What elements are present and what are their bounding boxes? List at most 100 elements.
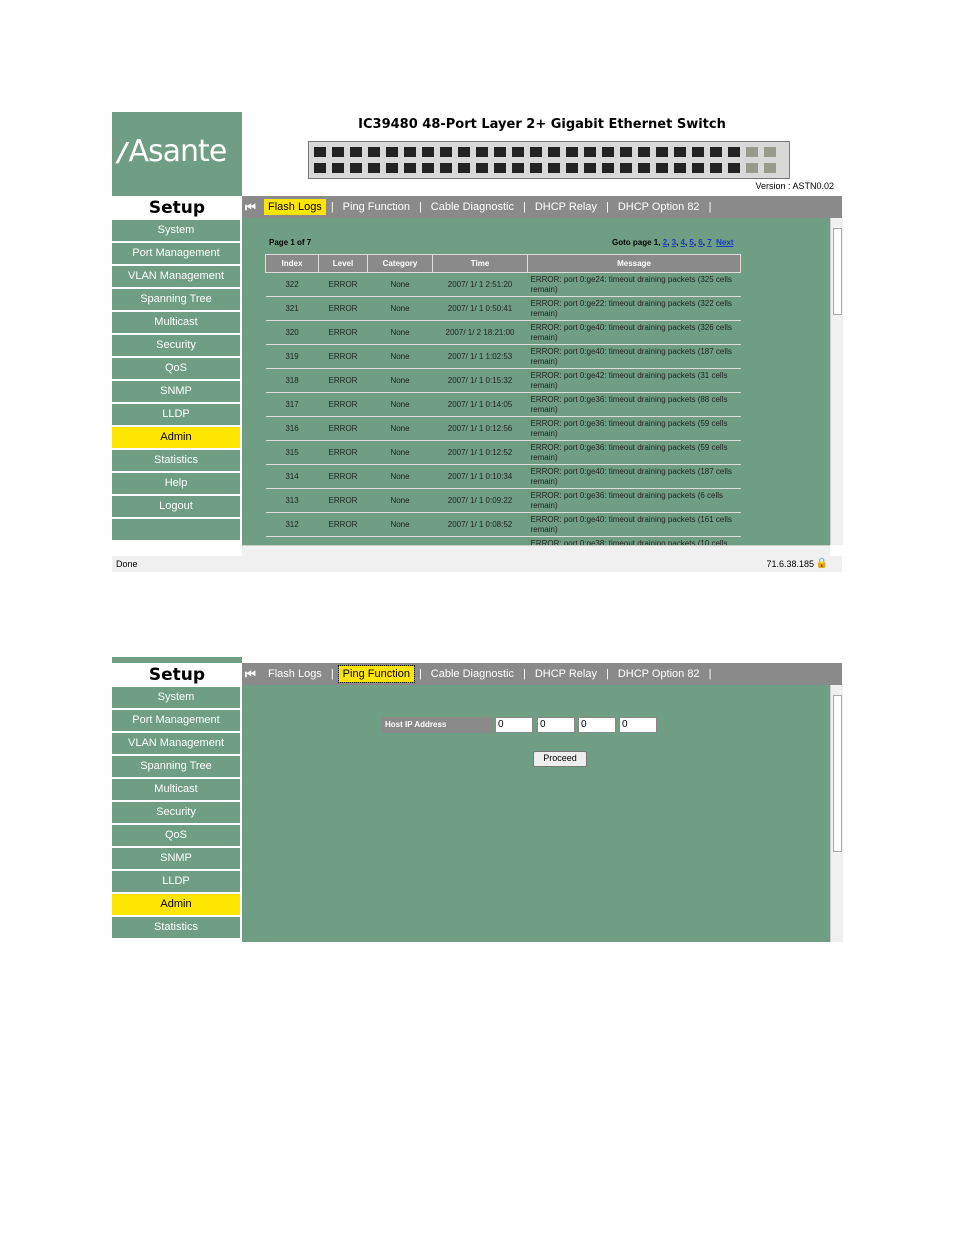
- cell-level: ERROR: [318, 512, 368, 537]
- version-label: Version : ASTN0.02: [755, 181, 834, 191]
- tab-flash-logs[interactable]: Flash Logs: [264, 199, 326, 215]
- sidebar-item-qos[interactable]: QoS: [112, 358, 240, 379]
- table-row: 313 ERROR None 2007/ 1/ 1 0:09:22 ERROR: por…: [265, 488, 741, 513]
- sidebar-item-admin[interactable]: Admin: [112, 894, 240, 915]
- vertical-scrollbar[interactable]: [830, 685, 843, 942]
- page-link-6[interactable]: 6: [698, 238, 702, 247]
- sidebar-item-admin[interactable]: Admin: [112, 427, 240, 448]
- status-ip: 71.6.38.185: [766, 559, 814, 569]
- ethernet-port-icon: [618, 145, 634, 159]
- sidebar-item-vlan-management[interactable]: VLAN Management: [112, 266, 240, 287]
- table-row: 321 ERROR None 2007/ 1/ 1 0:50:41 ERROR: por…: [265, 296, 741, 321]
- ethernet-port-icon: [726, 145, 742, 159]
- col-time: Time: [432, 254, 528, 273]
- sidebar-filler: [112, 519, 240, 540]
- ethernet-port-icon: [690, 145, 706, 159]
- tab-cable-diagnostic[interactable]: Cable Diagnostic: [427, 666, 518, 682]
- tab-cable-diagnostic[interactable]: Cable Diagnostic: [427, 199, 518, 215]
- table-row: 315 ERROR None 2007/ 1/ 1 0:12:52 ERROR: por…: [265, 440, 741, 465]
- sidebar-item-qos[interactable]: QoS: [112, 825, 240, 846]
- host-ip-label: Host IP Address: [382, 717, 494, 733]
- cell-message: ERROR: port 0:ge36: timeout draining pac…: [527, 416, 741, 441]
- cell-index: 322: [265, 272, 319, 297]
- page-link-3[interactable]: 3: [672, 238, 676, 247]
- cell-time: 2007/ 1/ 1 0:15:32: [432, 368, 528, 393]
- setup-heading: Setup: [112, 196, 242, 218]
- col-message: Message: [527, 254, 741, 273]
- cell-category: None: [367, 272, 433, 297]
- cell-category: None: [367, 296, 433, 321]
- page-info: Page 1 of 7: [269, 238, 312, 247]
- page-link-4[interactable]: 4: [681, 238, 685, 247]
- ethernet-port-icon: [564, 161, 580, 175]
- cell-message: ERROR: port 0:ge40: timeout draining pac…: [527, 512, 741, 537]
- sidebar-item-statistics[interactable]: Statistics: [112, 917, 240, 938]
- ip-octet-2-input[interactable]: 0: [537, 717, 575, 733]
- sidebar-item-security[interactable]: Security: [112, 335, 240, 356]
- sidebar-item-system[interactable]: System: [112, 687, 240, 708]
- cell-level: ERROR: [318, 344, 368, 369]
- ethernet-port-icon: [672, 161, 688, 175]
- ethernet-port-icon: [312, 161, 328, 175]
- cell-message: ERROR: port 0:ge40: timeout draining pac…: [527, 464, 741, 489]
- cell-message: ERROR: port 0:ge24: timeout draining pac…: [527, 272, 741, 297]
- sidebar-item-help[interactable]: Help: [112, 473, 240, 494]
- proceed-button[interactable]: Proceed: [533, 751, 587, 767]
- ip-octet-3-input[interactable]: 0: [578, 717, 616, 733]
- scroll-thumb[interactable]: [833, 695, 842, 852]
- page-link-1[interactable]: 1: [654, 238, 658, 247]
- page-link-2[interactable]: 2: [663, 238, 667, 247]
- cell-message: ERROR: port 0:ge36: timeout draining pac…: [527, 488, 741, 513]
- next-link[interactable]: Next: [716, 238, 733, 247]
- sidebar-item-logout[interactable]: Logout: [112, 496, 240, 517]
- tab-ping-function[interactable]: Ping Function: [337, 665, 415, 683]
- ip-octet-4-input[interactable]: 0: [619, 717, 657, 733]
- ethernet-port-icon: [600, 161, 616, 175]
- cell-message: ERROR: port 0:ge40: timeout draining pac…: [527, 344, 741, 369]
- ethernet-port-icon: [384, 161, 400, 175]
- sidebar-item-lldp[interactable]: LLDP: [112, 404, 240, 425]
- scroll-thumb[interactable]: [833, 228, 842, 315]
- sidebar-item-multicast[interactable]: Multicast: [112, 779, 240, 800]
- sidebar-item-port-management[interactable]: Port Management: [112, 243, 240, 264]
- tab-dhcp-option-82[interactable]: DHCP Option 82: [614, 199, 704, 215]
- vertical-scrollbar[interactable]: [830, 218, 843, 545]
- sidebar-item-system[interactable]: System: [112, 220, 240, 241]
- cell-level: ERROR: [318, 464, 368, 489]
- ethernet-port-icon: [762, 145, 778, 159]
- tab-ping-function[interactable]: Ping Function: [339, 199, 414, 215]
- ethernet-port-icon: [636, 145, 652, 159]
- cell-time: 2007/ 1/ 1 0:09:22: [432, 488, 528, 513]
- ethernet-port-icon: [510, 161, 526, 175]
- tab-flash-logs[interactable]: Flash Logs: [264, 666, 326, 682]
- sidebar-item-snmp[interactable]: SNMP: [112, 848, 240, 869]
- page-link-5[interactable]: 5: [689, 238, 693, 247]
- sidebar-item-spanning-tree[interactable]: Spanning Tree: [112, 756, 240, 777]
- tab-dhcp-option-82[interactable]: DHCP Option 82: [614, 666, 704, 682]
- tab-dhcp-relay[interactable]: DHCP Relay: [531, 666, 601, 682]
- sidebar-item-snmp[interactable]: SNMP: [112, 381, 240, 402]
- sidebar-item-spanning-tree[interactable]: Spanning Tree: [112, 289, 240, 310]
- sidebar-item-multicast[interactable]: Multicast: [112, 312, 240, 333]
- sidebar: System Port Management VLAN Management S…: [112, 218, 242, 544]
- sidebar-item-security[interactable]: Security: [112, 802, 240, 823]
- sidebar-item-vlan-management[interactable]: VLAN Management: [112, 733, 240, 754]
- ethernet-port-icon: [510, 145, 526, 159]
- cell-category: None: [367, 344, 433, 369]
- cell-category: None: [367, 488, 433, 513]
- tab-separator: |: [605, 201, 609, 213]
- cell-time: 2007/ 1/ 1 0:08:52: [432, 512, 528, 537]
- ip-octet-1-input[interactable]: 0: [495, 717, 533, 733]
- sidebar-item-lldp[interactable]: LLDP: [112, 871, 240, 892]
- page-link-7[interactable]: 7: [707, 238, 711, 247]
- table-row: 317 ERROR None 2007/ 1/ 1 0:14:05 ERROR: por…: [265, 392, 741, 417]
- tab-dhcp-relay[interactable]: DHCP Relay: [531, 199, 601, 215]
- ethernet-port-icon: [618, 161, 634, 175]
- rewind-icon[interactable]: ⏮: [245, 667, 256, 682]
- sidebar-item-statistics[interactable]: Statistics: [112, 450, 240, 471]
- sidebar-item-port-management[interactable]: Port Management: [112, 710, 240, 731]
- status-text: Done: [116, 559, 138, 569]
- ethernet-port-icon: [546, 161, 562, 175]
- ethernet-port-icon: [690, 161, 706, 175]
- rewind-icon[interactable]: ⏮: [245, 200, 256, 215]
